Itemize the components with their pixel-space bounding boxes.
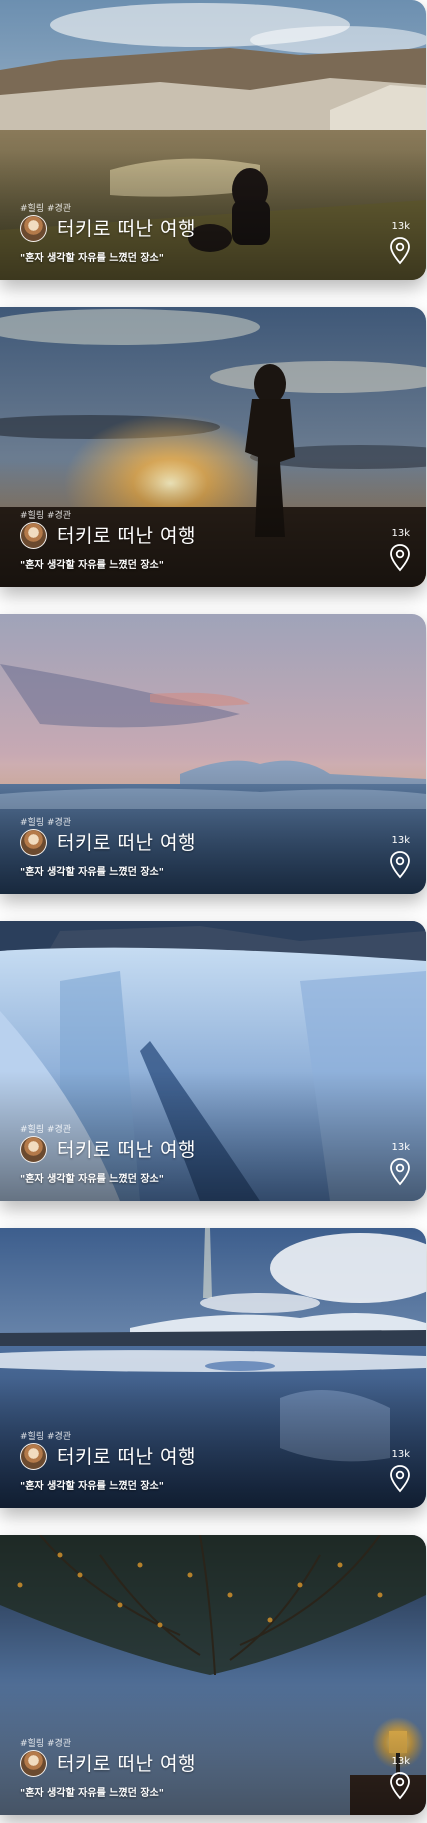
card-tags[interactable]: #힐링 #경관 bbox=[20, 1429, 71, 1442]
card-tags[interactable]: #힐링 #경관 bbox=[20, 201, 71, 214]
author-avatar[interactable] bbox=[20, 1136, 47, 1163]
card-title[interactable]: 터키로 떠난 여행 bbox=[57, 1442, 196, 1469]
author-avatar[interactable] bbox=[20, 829, 47, 856]
author-avatar[interactable] bbox=[20, 522, 47, 549]
card-tags[interactable]: #힐링 #경관 bbox=[20, 1122, 71, 1135]
card-count: 13k bbox=[391, 528, 410, 539]
card-tags[interactable]: #힐링 #경관 bbox=[20, 508, 71, 521]
card-subtitle: "혼자 생각할 자유를 느꼈던 장소" bbox=[20, 560, 164, 571]
card-subtitle: "혼자 생각할 자유를 느꼈던 장소" bbox=[20, 867, 164, 878]
location-pin-icon[interactable] bbox=[388, 1464, 412, 1494]
card-subtitle: "혼자 생각할 자유를 느꼈던 장소" bbox=[20, 253, 164, 264]
feed-card[interactable]: #힐링 #경관 터키로 떠난 여행 "혼자 생각할 자유를 느꼈던 장소" 13… bbox=[0, 0, 426, 280]
card-tags[interactable]: #힐링 #경관 bbox=[20, 1736, 71, 1749]
card-count: 13k bbox=[391, 1142, 410, 1153]
card-count: 13k bbox=[391, 221, 410, 232]
feed-card[interactable]: #힐링 #경관 터키로 떠난 여행 "혼자 생각할 자유를 느꼈던 장소" 13… bbox=[0, 1228, 426, 1508]
card-title[interactable]: 터키로 떠난 여행 bbox=[57, 1135, 196, 1162]
location-pin-icon[interactable] bbox=[388, 236, 412, 266]
feed-card[interactable]: #힐링 #경관 터키로 떠난 여행 "혼자 생각할 자유를 느꼈던 장소" 13… bbox=[0, 1535, 426, 1815]
card-count: 13k bbox=[391, 1756, 410, 1767]
location-pin-icon[interactable] bbox=[388, 850, 412, 880]
card-tags[interactable]: #힐링 #경관 bbox=[20, 815, 71, 828]
location-pin-icon[interactable] bbox=[388, 1771, 412, 1801]
card-title[interactable]: 터키로 떠난 여행 bbox=[57, 828, 196, 855]
card-title[interactable]: 터키로 떠난 여행 bbox=[57, 521, 196, 548]
feed-card[interactable]: #힐링 #경관 터키로 떠난 여행 "혼자 생각할 자유를 느꼈던 장소" 13… bbox=[0, 614, 426, 894]
author-avatar[interactable] bbox=[20, 215, 47, 242]
card-subtitle: "혼자 생각할 자유를 느꼈던 장소" bbox=[20, 1481, 164, 1492]
location-pin-icon[interactable] bbox=[388, 1157, 412, 1187]
card-subtitle: "혼자 생각할 자유를 느꼈던 장소" bbox=[20, 1788, 164, 1799]
card-count: 13k bbox=[391, 1449, 410, 1460]
card-title[interactable]: 터키로 떠난 여행 bbox=[57, 1749, 196, 1776]
card-subtitle: "혼자 생각할 자유를 느꼈던 장소" bbox=[20, 1174, 164, 1185]
card-title[interactable]: 터키로 떠난 여행 bbox=[57, 214, 196, 241]
card-count: 13k bbox=[391, 835, 410, 846]
location-pin-icon[interactable] bbox=[388, 543, 412, 573]
feed-card[interactable]: #힐링 #경관 터키로 떠난 여행 "혼자 생각할 자유를 느꼈던 장소" 13… bbox=[0, 921, 426, 1201]
author-avatar[interactable] bbox=[20, 1750, 47, 1777]
author-avatar[interactable] bbox=[20, 1443, 47, 1470]
feed-card[interactable]: #힐링 #경관 터키로 떠난 여행 "혼자 생각할 자유를 느꼈던 장소" 13… bbox=[0, 307, 426, 587]
